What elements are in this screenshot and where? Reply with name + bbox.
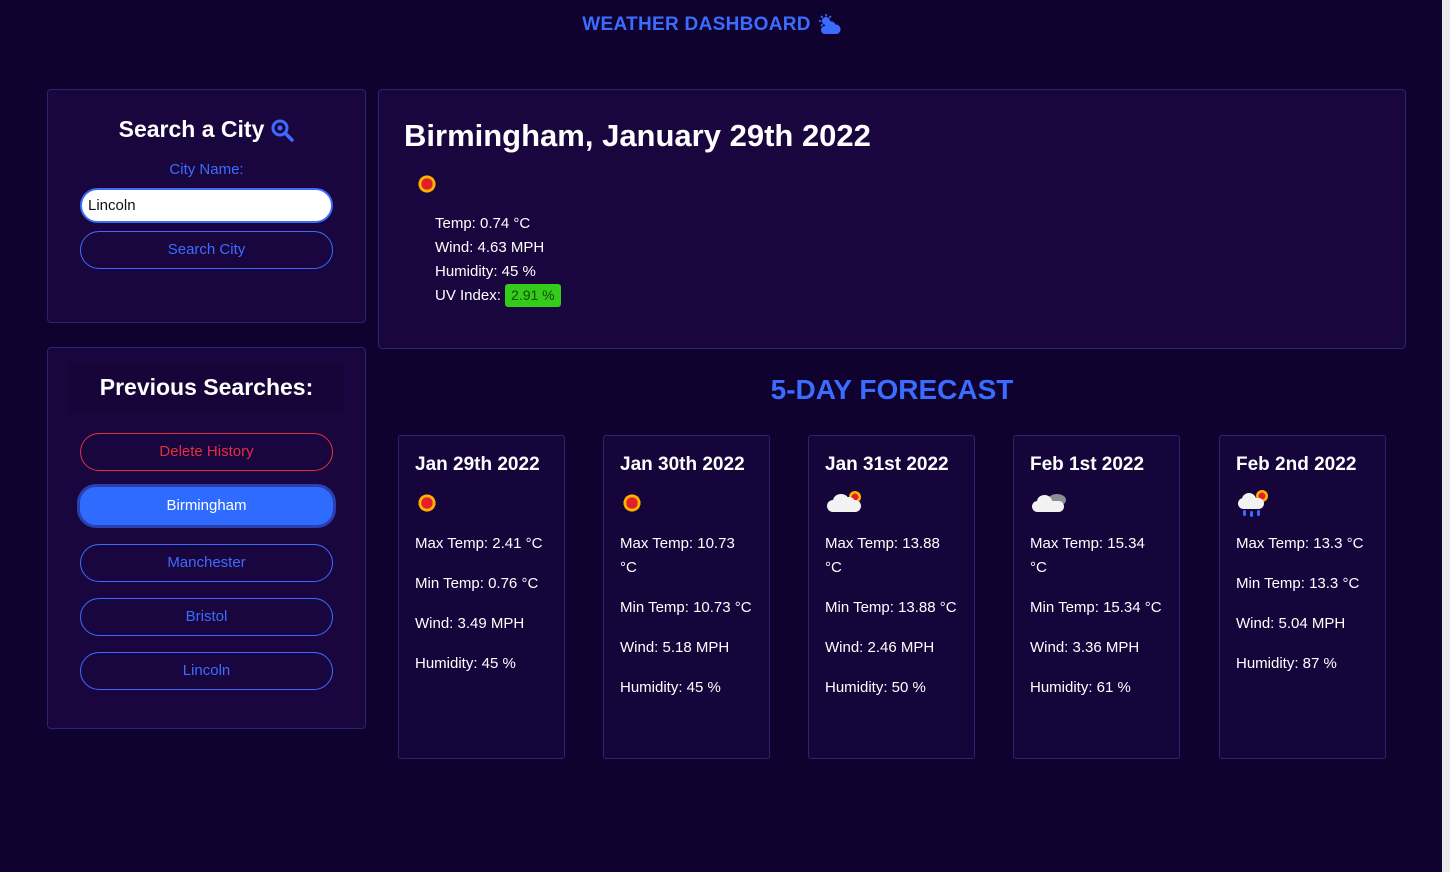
current-wind: Wind: 4.63 MPH — [435, 239, 545, 256]
forecast-min: Min Temp: 10.73 °C — [620, 599, 752, 616]
forecast-humidity: Humidity: 87 % — [1236, 655, 1337, 672]
search-panel: Search a City City Name: Search City — [47, 89, 366, 323]
rain-sun-cloud-icon — [1238, 490, 1272, 517]
current-weather-panel: Birmingham, January 29th 2022 Temp: 0.74… — [378, 89, 1406, 349]
forecast-wind: Wind: 2.46 MPH — [825, 639, 935, 656]
forecast-date: Jan 30th 2022 — [620, 454, 745, 475]
forecast-humidity: Humidity: 45 % — [620, 679, 721, 696]
city-input[interactable] — [80, 188, 333, 223]
forecast-heading: 5-DAY FORECAST — [770, 374, 1014, 405]
current-uv: UV Index: 2.91 % — [435, 284, 561, 308]
current-stats: Temp: 0.74 °C Wind: 4.63 MPH Humidity: 4… — [435, 212, 561, 308]
forecast-wind: Wind: 5.18 MPH — [620, 639, 730, 656]
scrollbar[interactable] — [1442, 0, 1450, 872]
forecast-icon-wrap — [1030, 490, 1163, 516]
current-humidity: Humidity: 45 % — [435, 263, 536, 280]
sun-icon — [415, 172, 439, 196]
cloud-sun-icon — [818, 14, 841, 34]
forecast-card: Jan 29th 2022 Max Temp: 2.41 °C Min Temp… — [398, 435, 565, 759]
cloudy-icon — [1032, 494, 1066, 512]
forecast-wind: Wind: 3.49 MPH — [415, 615, 525, 632]
forecast-humidity: Humidity: 50 % — [825, 679, 926, 696]
forecast-date: Jan 29th 2022 — [415, 454, 540, 475]
history-item-birmingham[interactable]: Birmingham — [77, 484, 336, 528]
search-icon — [271, 119, 295, 142]
forecast-min: Min Temp: 0.76 °C — [415, 575, 539, 592]
history-panel: Previous Searches: Delete History Birmin… — [47, 347, 366, 729]
uv-label: UV Index: — [435, 287, 501, 304]
forecast-min: Min Temp: 13.88 °C — [825, 599, 957, 616]
current-temp: Temp: 0.74 °C — [435, 215, 531, 232]
sun-icon — [620, 491, 644, 515]
forecast-icon-wrap — [415, 490, 548, 516]
delete-history-button[interactable]: Delete History — [80, 433, 333, 471]
history-item-bristol[interactable]: Bristol — [80, 598, 333, 636]
current-title: Birmingham, January 29th 2022 — [404, 118, 871, 153]
history-heading: Previous Searches: — [68, 362, 345, 413]
forecast-max: Max Temp: 10.73 °C — [620, 535, 735, 576]
forecast-max: Max Temp: 2.41 °C — [415, 535, 543, 552]
forecast-min: Min Temp: 15.34 °C — [1030, 599, 1162, 616]
app-title-text: WEATHER DASHBOARD — [582, 14, 811, 35]
history-item-manchester[interactable]: Manchester — [80, 544, 333, 582]
forecast-max: Max Temp: 13.3 °C — [1236, 535, 1364, 552]
forecast-min: Min Temp: 13.3 °C — [1236, 575, 1360, 592]
forecast-date: Feb 2nd 2022 — [1236, 454, 1357, 475]
forecast-card: Feb 2nd 2022 Max Temp: 13.3 °C Min Temp:… — [1219, 435, 1386, 759]
forecast-wind: Wind: 3.36 MPH — [1030, 639, 1140, 656]
forecast-max: Max Temp: 13.88 °C — [825, 535, 940, 576]
uv-badge: 2.91 % — [505, 284, 561, 307]
search-city-button[interactable]: Search City — [80, 231, 333, 269]
forecast-icon-wrap — [825, 490, 958, 516]
forecast-card: Jan 31st 2022 Max Temp: 13.88 °C Min Tem… — [808, 435, 975, 759]
search-heading: Search a City — [48, 116, 365, 143]
forecast-icon-wrap — [1236, 490, 1369, 517]
forecast-wind: Wind: 5.04 MPH — [1236, 615, 1346, 632]
forecast-icon-wrap — [620, 490, 753, 516]
history-item-lincoln[interactable]: Lincoln — [80, 652, 333, 690]
forecast-max: Max Temp: 15.34 °C — [1030, 535, 1145, 576]
sun-behind-cloud-icon — [827, 491, 861, 512]
forecast-card: Jan 30th 2022 Max Temp: 10.73 °C Min Tem… — [603, 435, 770, 759]
app-title: WEATHER DASHBOARD — [0, 14, 1425, 36]
forecast-date: Feb 1st 2022 — [1030, 454, 1145, 475]
forecast-humidity: Humidity: 61 % — [1030, 679, 1131, 696]
forecast-card: Feb 1st 2022 Max Temp: 15.34 °C Min Temp… — [1013, 435, 1180, 759]
search-heading-text: Search a City — [118, 116, 265, 142]
sun-icon — [415, 491, 439, 515]
forecast-date: Jan 31st 2022 — [825, 454, 949, 475]
page: WEATHER DASHBOARD Search a City City Nam… — [0, 0, 1450, 872]
forecast-humidity: Humidity: 45 % — [415, 655, 516, 672]
city-name-label: City Name: — [169, 161, 244, 178]
